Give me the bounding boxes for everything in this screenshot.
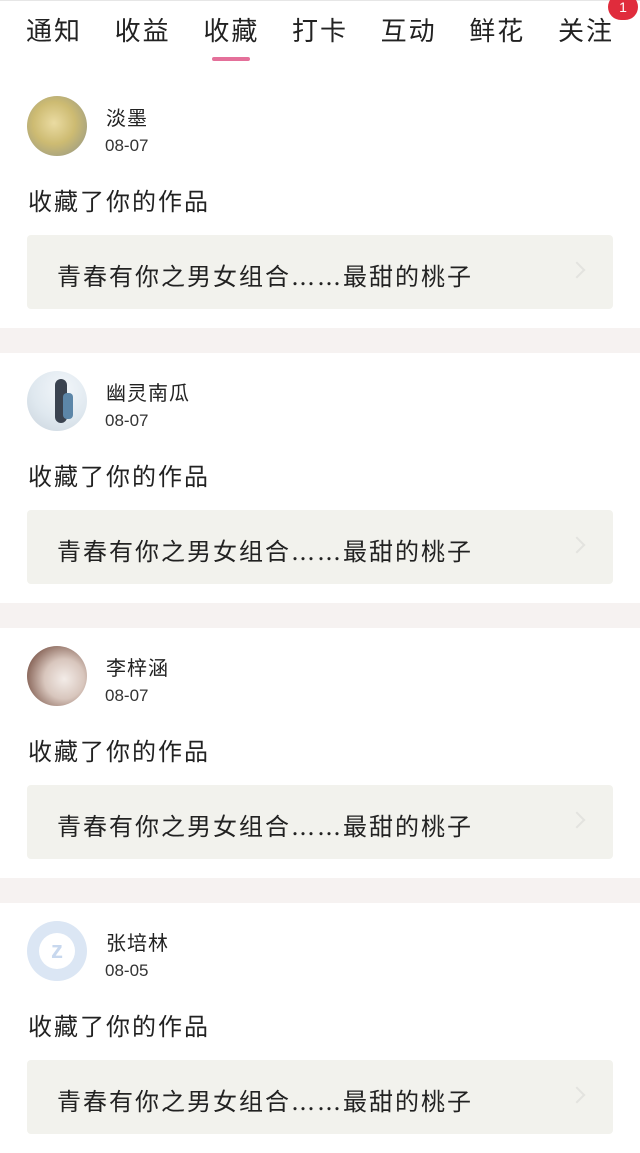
work-title: 青春有你之男女组合……最甜的桃子: [57, 813, 473, 841]
chevron-right-icon: [568, 811, 586, 829]
date-label: 08-05: [105, 961, 149, 980]
action-text: 收藏了你的作品: [28, 188, 210, 216]
action-text: 收藏了你的作品: [28, 1013, 210, 1041]
list-item: z 张培林 08-05 收藏了你的作品 青春有你之男女组合……最甜的桃子: [0, 903, 640, 1153]
tab-label: 收益: [114, 16, 171, 47]
user-name[interactable]: 张培林: [106, 927, 169, 956]
chevron-right-icon: [568, 536, 586, 554]
divider: [0, 878, 640, 903]
list-item: 幽灵南瓜 08-07 收藏了你的作品 青春有你之男女组合……最甜的桃子: [0, 353, 640, 603]
tab-notifications[interactable]: 通知: [26, 0, 82, 59]
action-text: 收藏了你的作品: [28, 738, 210, 766]
tab-following[interactable]: 关注: [558, 0, 614, 59]
user-name[interactable]: 李梓涵: [106, 652, 169, 681]
avatar[interactable]: [27, 96, 87, 156]
default-avatar-icon: z: [39, 933, 75, 969]
user-name[interactable]: 幽灵南瓜: [106, 377, 190, 406]
notification-list: 淡墨 08-07 收藏了你的作品 青春有你之男女组合……最甜的桃子 幽灵南瓜 0…: [0, 78, 640, 1153]
tab-label: 收藏: [203, 16, 260, 47]
tab-bar: 通知 收益 收藏 打卡 互动 鲜花 关注: [0, 0, 640, 66]
chevron-right-icon: [568, 261, 586, 279]
user-name[interactable]: 淡墨: [106, 102, 148, 131]
chevron-right-icon: [568, 1086, 586, 1104]
tab-label: 鲜花: [469, 16, 526, 47]
work-title: 青春有你之男女组合……最甜的桃子: [57, 263, 473, 291]
tab-favorites[interactable]: 收藏: [203, 0, 259, 59]
work-card[interactable]: 青春有你之男女组合……最甜的桃子: [27, 510, 613, 584]
tab-checkin[interactable]: 打卡: [292, 0, 348, 59]
work-card[interactable]: 青春有你之男女组合……最甜的桃子: [27, 785, 613, 859]
tab-label: 通知: [26, 16, 83, 47]
tab-flowers[interactable]: 鲜花: [469, 0, 525, 59]
work-title: 青春有你之男女组合……最甜的桃子: [57, 1088, 473, 1116]
date-label: 08-07: [105, 411, 149, 430]
tab-interactions[interactable]: 互动: [381, 0, 437, 59]
work-title: 青春有你之男女组合……最甜的桃子: [57, 538, 473, 566]
tab-earnings[interactable]: 收益: [115, 0, 171, 59]
divider: [0, 328, 640, 353]
date-label: 08-07: [105, 686, 149, 705]
date-label: 08-07: [105, 136, 149, 155]
tab-label: 打卡: [291, 16, 348, 47]
action-text: 收藏了你的作品: [28, 463, 210, 491]
work-card[interactable]: 青春有你之男女组合……最甜的桃子: [27, 1060, 613, 1134]
avatar[interactable]: [27, 371, 87, 431]
avatar[interactable]: z: [27, 921, 87, 981]
work-card[interactable]: 青春有你之男女组合……最甜的桃子: [27, 235, 613, 309]
tab-label: 关注: [557, 16, 614, 47]
divider: [0, 603, 640, 628]
tab-label: 互动: [380, 16, 437, 47]
list-item: 淡墨 08-07 收藏了你的作品 青春有你之男女组合……最甜的桃子: [0, 78, 640, 328]
list-item: 李梓涵 08-07 收藏了你的作品 青春有你之男女组合……最甜的桃子: [0, 628, 640, 878]
avatar[interactable]: [27, 646, 87, 706]
